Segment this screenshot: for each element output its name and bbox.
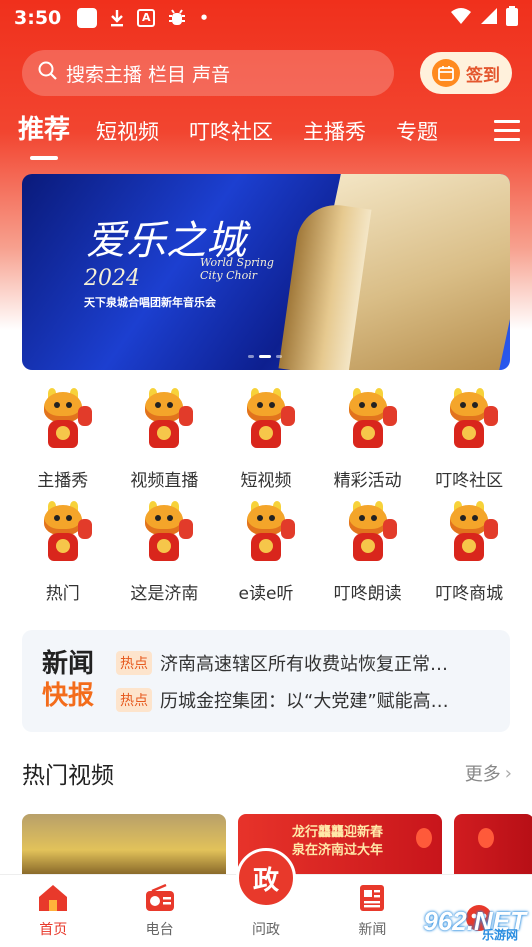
grid-item-label: 精彩活动 bbox=[333, 471, 402, 491]
lantern-icon bbox=[478, 828, 494, 848]
news-brand-line1: 新闻 bbox=[42, 649, 95, 679]
lantern-icon bbox=[416, 828, 432, 848]
banner-subtitle-en: World Spring City Choir bbox=[200, 256, 274, 282]
hot-tag: 热点 bbox=[116, 651, 152, 675]
grid-item-label: 叮咚社区 bbox=[435, 471, 504, 491]
more-label: 更多 bbox=[464, 764, 501, 785]
news-item[interactable]: 热点 济南高速辖区所有收费站恢复正常… bbox=[116, 648, 496, 678]
bug-icon bbox=[167, 8, 187, 28]
dragon-mascot-icon bbox=[32, 501, 94, 567]
news-brand-line2: 快报 bbox=[42, 681, 95, 711]
news-flash-brand: 新闻 快报 bbox=[42, 648, 104, 712]
nav-label: 新闻 bbox=[358, 922, 387, 938]
grid-item-label: 叮咚朗读 bbox=[333, 584, 402, 604]
grid-item-hot[interactable]: 热门 bbox=[12, 501, 114, 604]
signin-label: 签到 bbox=[466, 65, 500, 86]
status-time: 3:50 bbox=[14, 7, 62, 29]
grid-item-label: 叮咚商城 bbox=[435, 584, 504, 604]
section-title: 热门视频 bbox=[22, 763, 114, 789]
grid-item-label: 短视频 bbox=[240, 471, 292, 491]
grid-item-reading[interactable]: 叮咚朗读 bbox=[317, 501, 419, 604]
banner-carousel[interactable]: 爱乐之城 2024 World Spring City Choir 天下泉城合唱… bbox=[22, 174, 510, 370]
inquiry-center-button[interactable]: 政 bbox=[236, 848, 296, 908]
video-card-caption: 龙行龘龘迎新春 泉在济南过大年 bbox=[292, 824, 383, 860]
signal-icon bbox=[480, 7, 498, 30]
more-link[interactable]: 更多 › bbox=[465, 760, 512, 786]
feature-grid: 主播秀 视频直播 短视频 精彩活动 叮咚社区 热门 这是济南 e读e听 叮咚朗读… bbox=[12, 388, 520, 604]
search-placeholder: 搜索主播 栏目 声音 bbox=[66, 63, 231, 86]
carousel-indicator bbox=[248, 355, 282, 358]
dragon-mascot-icon bbox=[235, 388, 297, 454]
nav-label: 电台 bbox=[145, 922, 174, 938]
news-headline: 历城金控集团：以“大党建”赋能高… bbox=[160, 691, 449, 712]
news-item[interactable]: 热点 历城金控集团：以“大党建”赋能高… bbox=[116, 685, 496, 715]
grid-item-this-is-jinan[interactable]: 这是济南 bbox=[114, 501, 216, 604]
status-bar: 3:50 A • bbox=[0, 0, 532, 36]
grid-item-mall[interactable]: 叮咚商城 bbox=[418, 501, 520, 604]
grid-item-label: 这是济南 bbox=[130, 584, 199, 604]
grid-item-label: 主播秀 bbox=[37, 471, 89, 491]
site-watermark: 962.NET 乐游网 bbox=[396, 899, 526, 943]
dragon-mascot-icon bbox=[133, 388, 195, 454]
dragon-mascot-icon bbox=[235, 501, 297, 567]
banner-subtitle-en-2: City Choir bbox=[200, 269, 257, 282]
download-icon bbox=[109, 9, 125, 27]
grid-item-anchor-show[interactable]: 主播秀 bbox=[12, 388, 114, 491]
news-headline: 济南高速辖区所有收费站恢复正常… bbox=[160, 654, 448, 675]
top-tabs: 推荐 短视频 叮咚社区 主播秀 专题 bbox=[0, 108, 532, 160]
grid-item-live-video[interactable]: 视频直播 bbox=[114, 388, 216, 491]
calendar-icon bbox=[432, 59, 460, 87]
news-flash-card: 新闻 快报 热点 济南高速辖区所有收费站恢复正常… 热点 历城金控集团：以“大党… bbox=[22, 630, 510, 732]
tab-topics[interactable]: 专题 bbox=[396, 116, 438, 160]
home-icon bbox=[37, 883, 69, 913]
grid-item-read-listen[interactable]: e读e听 bbox=[215, 501, 317, 604]
video-caption-line1: 龙行龘龘迎新春 bbox=[292, 825, 384, 840]
search-input[interactable]: 搜索主播 栏目 声音 bbox=[22, 50, 394, 96]
grid-item-label: 视频直播 bbox=[130, 471, 199, 491]
search-icon bbox=[38, 61, 58, 86]
nav-label: 问政 bbox=[252, 922, 281, 938]
grid-item-label: 热门 bbox=[45, 584, 80, 604]
nav-radio[interactable]: 电台 bbox=[106, 875, 212, 947]
tab-recommend[interactable]: 推荐 bbox=[18, 109, 70, 160]
video-caption-line2: 泉在济南过大年 bbox=[292, 843, 384, 858]
chevron-right-icon: › bbox=[504, 762, 512, 784]
dragon-mascot-icon bbox=[133, 501, 195, 567]
app-a-icon: A bbox=[137, 9, 156, 27]
dragon-mascot-icon bbox=[438, 501, 500, 567]
notification-app-icon bbox=[77, 8, 98, 28]
hot-tag: 热点 bbox=[116, 688, 152, 712]
menu-icon[interactable] bbox=[494, 120, 520, 142]
dragon-mascot-icon bbox=[438, 388, 500, 454]
grid-item-label: e读e听 bbox=[238, 584, 294, 604]
search-row: 搜索主播 栏目 声音 签到 bbox=[22, 50, 512, 96]
inquiry-glyph: 政 bbox=[252, 865, 279, 896]
banner-subtitle-en-1: World Spring bbox=[200, 256, 274, 269]
newspaper-icon bbox=[356, 883, 388, 913]
hot-videos-header: 热门视频 更多 › bbox=[22, 756, 512, 790]
signin-button[interactable]: 签到 bbox=[420, 52, 512, 94]
video-card[interactable] bbox=[454, 814, 532, 874]
dot-icon: • bbox=[199, 9, 209, 27]
tab-short-video[interactable]: 短视频 bbox=[96, 116, 159, 160]
video-card[interactable] bbox=[22, 814, 226, 874]
wifi-icon bbox=[450, 7, 472, 30]
banner-concert-name: 天下泉城合唱团新年音乐会 bbox=[84, 296, 216, 309]
grid-item-activities[interactable]: 精彩活动 bbox=[317, 388, 419, 491]
tab-community[interactable]: 叮咚社区 bbox=[189, 116, 273, 160]
dragon-mascot-icon bbox=[32, 388, 94, 454]
battery-icon bbox=[506, 5, 518, 31]
grid-item-community[interactable]: 叮咚社区 bbox=[418, 388, 520, 491]
watermark-sub: 乐游网 bbox=[481, 928, 518, 942]
dragon-mascot-icon bbox=[337, 501, 399, 567]
dragon-mascot-icon bbox=[337, 388, 399, 454]
nav-label: 首页 bbox=[39, 922, 68, 938]
radio-icon bbox=[144, 883, 176, 913]
banner-year: 2024 bbox=[84, 266, 140, 291]
grid-item-short-video[interactable]: 短视频 bbox=[215, 388, 317, 491]
nav-home[interactable]: 首页 bbox=[0, 875, 106, 947]
tab-anchor-show[interactable]: 主播秀 bbox=[303, 116, 366, 160]
